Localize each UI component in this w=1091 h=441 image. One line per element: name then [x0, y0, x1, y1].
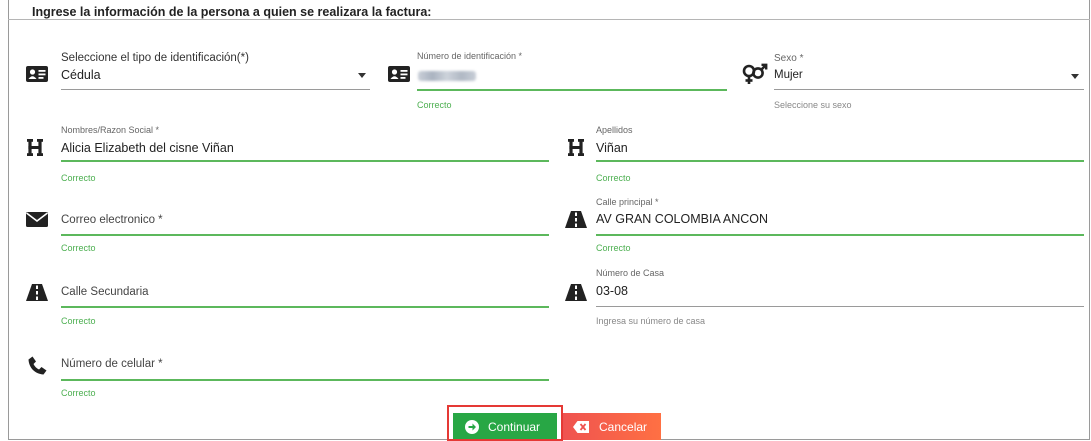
highlight-box	[447, 405, 563, 441]
calle-secundaria-placeholder: Calle Secundaria	[61, 286, 149, 298]
celular-placeholder: Número de celular *	[61, 358, 163, 370]
chevron-down-icon[interactable]	[1071, 74, 1079, 79]
sexo-label: Sexo *	[774, 53, 804, 64]
nombres-label: Nombres/Razon Social *	[61, 125, 160, 135]
apellidos-underline	[596, 160, 1084, 162]
id-card-icon	[388, 66, 410, 82]
numero-id-value-redacted	[418, 71, 476, 81]
calle-secundaria-underline	[61, 306, 549, 308]
nombres-helper: Correcto	[61, 173, 96, 183]
tipo-id-label: Seleccione el tipo de identificación(*)	[61, 52, 249, 64]
road-icon	[26, 284, 48, 301]
backspace-x-icon	[573, 420, 589, 433]
road-icon	[565, 284, 587, 301]
tipo-id-value: Cédula	[61, 68, 101, 82]
envelope-icon	[26, 212, 48, 227]
sexo-underline	[774, 89, 1084, 90]
celular-helper: Correcto	[61, 388, 96, 398]
numero-id-underline	[417, 89, 727, 91]
phone-icon	[28, 356, 47, 375]
letter-h-icon	[27, 139, 43, 156]
nombres-underline	[61, 160, 549, 162]
cancel-button[interactable]: Cancelar	[563, 413, 661, 440]
gender-icon	[742, 63, 768, 84]
sexo-value: Mujer	[774, 69, 803, 81]
sexo-helper: Seleccione su sexo	[774, 100, 852, 110]
letter-h-icon	[568, 139, 584, 156]
numero-casa-underline	[596, 306, 1084, 307]
form-heading: Ingrese la información de la persona a q…	[32, 5, 432, 19]
numero-casa-value: 03-08	[596, 284, 628, 298]
correo-helper: Correcto	[61, 243, 96, 253]
calle-secundaria-helper: Correcto	[61, 316, 96, 326]
apellidos-value: Viñan	[596, 141, 628, 155]
celular-underline	[61, 379, 549, 381]
calle-principal-label: Calle principal *	[596, 197, 659, 207]
nombres-value: Alicia Elizabeth del cisne Viñan	[61, 141, 234, 155]
apellidos-helper: Correcto	[596, 173, 631, 183]
numero-casa-helper: Ingresa su número de casa	[596, 316, 706, 326]
numero-id-helper: Correcto	[417, 100, 452, 110]
numero-id-label: Número de identificación *	[417, 51, 523, 61]
numero-casa-label: Número de Casa	[596, 268, 665, 278]
tipo-id-underline	[61, 89, 370, 90]
id-card-icon	[26, 66, 48, 82]
cancel-label: Cancelar	[599, 419, 648, 434]
calle-principal-value: AV GRAN COLOMBIA ANCON	[596, 212, 769, 226]
apellidos-label: Apellidos	[596, 125, 633, 135]
road-icon	[565, 211, 587, 228]
correo-underline	[61, 234, 549, 236]
chevron-down-icon[interactable]	[358, 73, 366, 78]
calle-principal-helper: Correcto	[596, 243, 631, 253]
correo-placeholder: Correo electronico *	[61, 214, 163, 226]
form-frame	[8, 0, 1090, 440]
heading-divider	[8, 19, 1090, 20]
calle-principal-underline	[596, 234, 1084, 236]
